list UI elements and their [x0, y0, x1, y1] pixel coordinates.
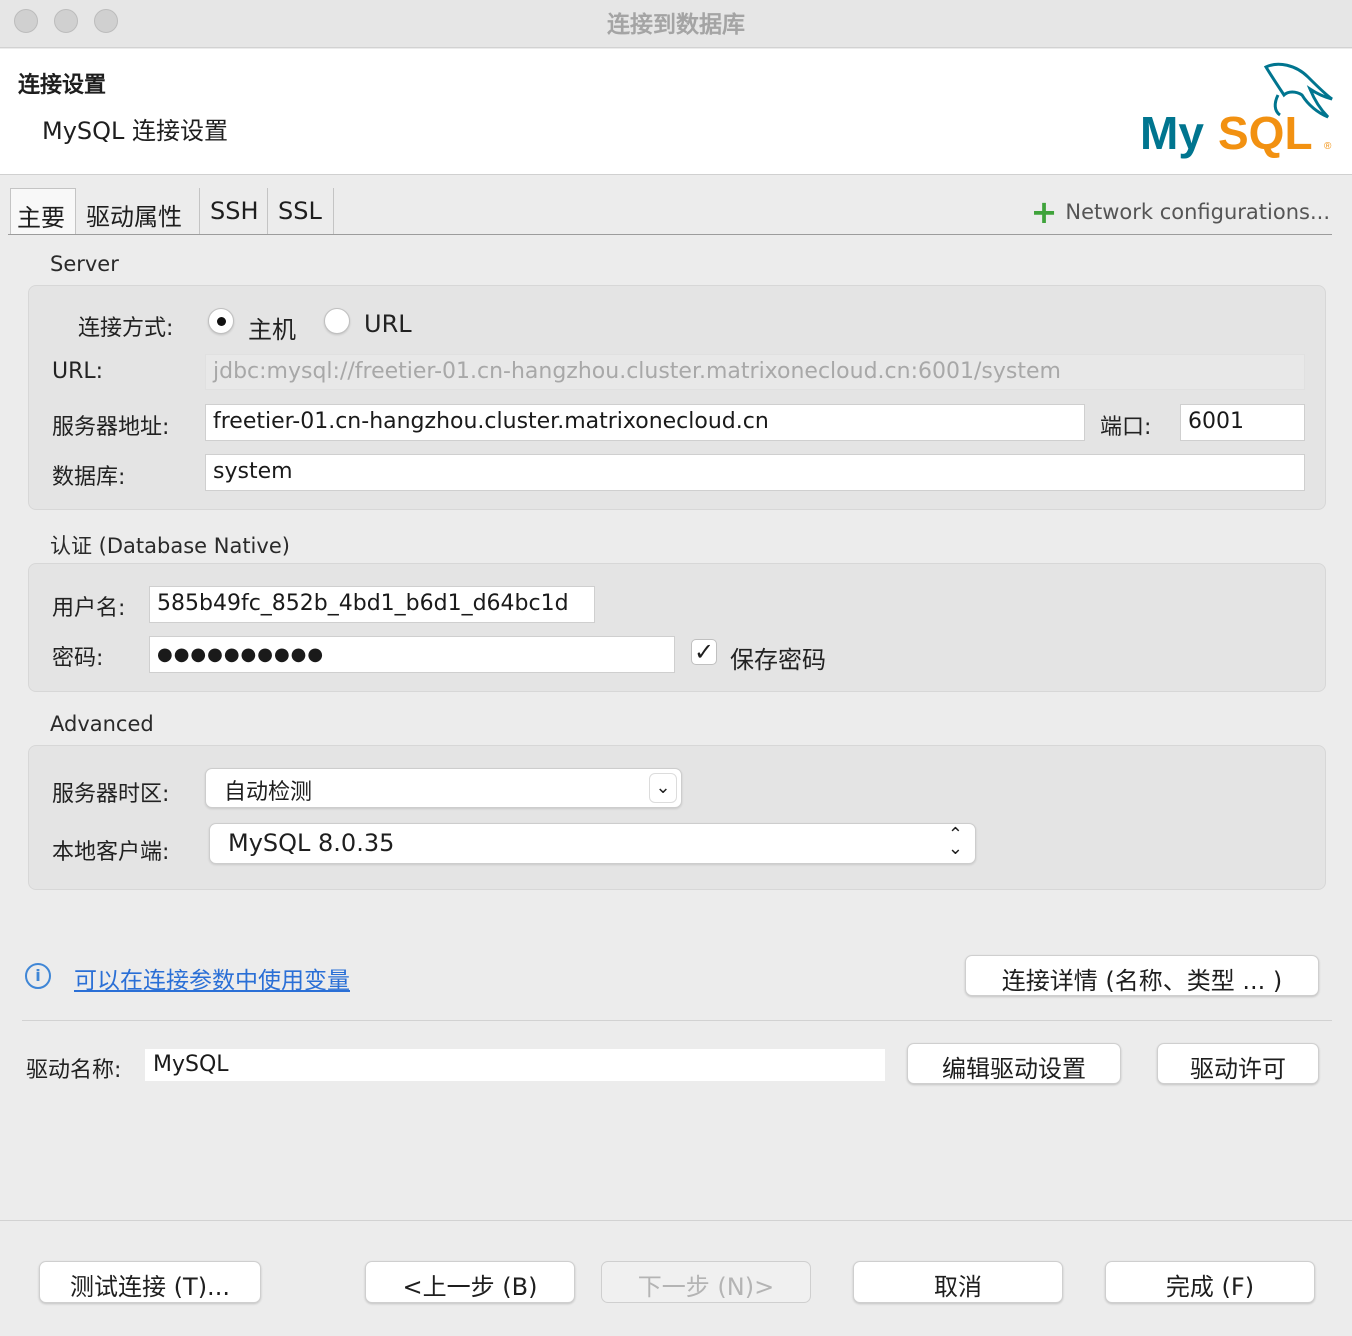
auth-section-label: 认证 (Database Native)	[50, 534, 290, 558]
advanced-panel	[28, 745, 1326, 890]
chevron-down-icon: ⌄	[649, 773, 677, 803]
host-label: 服务器地址:	[52, 415, 170, 440]
password-field[interactable]: ●●●●●●●●●●	[149, 636, 675, 673]
mysql-logo-my: My	[1140, 107, 1204, 159]
save-password-label: 保存密码	[730, 646, 826, 674]
driver-name-label: 驱动名称:	[26, 1058, 122, 1083]
network-configurations-button[interactable]: + Network configurations...	[1030, 193, 1330, 231]
up-down-chevron-icon: ⌃ ⌄	[947, 824, 963, 859]
window-title: 连接到数据库	[607, 12, 745, 38]
footer-divider	[0, 1220, 1352, 1221]
client-select[interactable]: MySQL 8.0.35 ⌃ ⌄	[209, 823, 976, 864]
tab-driver-properties[interactable]: 驱动属性	[80, 188, 200, 234]
connect-method-label: 连接方式:	[78, 316, 174, 341]
password-label: 密码:	[52, 646, 104, 671]
network-configurations-label: Network configurations...	[1065, 200, 1330, 224]
tab-main[interactable]: 主要	[10, 188, 76, 234]
mysql-logo: My SQL ®	[1140, 62, 1333, 159]
cancel-button[interactable]: 取消	[853, 1261, 1063, 1303]
username-label: 用户名:	[52, 596, 126, 621]
tab-divider	[8, 234, 1332, 235]
header-title: 连接设置	[18, 73, 107, 98]
url-label: URL:	[52, 359, 104, 384]
next-button[interactable]: 下一步 (N)>	[601, 1261, 811, 1303]
driver-license-button[interactable]: 驱动许可	[1157, 1043, 1319, 1084]
tab-ssl[interactable]: SSL	[272, 188, 334, 234]
client-label: 本地客户端:	[52, 840, 170, 865]
test-connection-button[interactable]: 测试连接 (T)...	[39, 1261, 261, 1303]
variables-link[interactable]: 可以在连接参数中使用变量	[74, 961, 350, 995]
database-label: 数据库:	[52, 465, 126, 490]
driver-name-field: MySQL	[145, 1049, 885, 1081]
username-field[interactable]: 585b49fc_852b_4bd1_b6d1_d64bc1d	[149, 586, 595, 623]
timezone-label: 服务器时区:	[52, 782, 170, 807]
port-field[interactable]: 6001	[1180, 404, 1305, 441]
save-password-checkbox[interactable]: ✓	[691, 639, 717, 665]
header-subtitle: MySQL 连接设置	[42, 117, 229, 145]
back-button[interactable]: <上一步 (B)	[365, 1261, 575, 1303]
info-icon: i	[25, 963, 51, 989]
radio-url-label: URL	[364, 310, 412, 338]
radio-host[interactable]	[208, 308, 234, 334]
finish-button[interactable]: 完成 (F)	[1105, 1261, 1315, 1303]
tab-ssh[interactable]: SSH	[204, 188, 268, 234]
plus-icon: +	[1030, 193, 1058, 231]
svg-text:®: ®	[1324, 141, 1332, 152]
timezone-select[interactable]: 自动检测 ⌄	[205, 768, 682, 808]
divider	[22, 1020, 1332, 1021]
radio-host-label: 主机	[248, 316, 296, 344]
server-section-label: Server	[50, 252, 119, 276]
client-value: MySQL 8.0.35	[228, 829, 395, 857]
host-field[interactable]: freetier-01.cn-hangzhou.cluster.matrixon…	[205, 404, 1085, 441]
title-bar: 连接到数据库	[0, 0, 1352, 48]
edit-driver-settings-button[interactable]: 编辑驱动设置	[907, 1043, 1121, 1084]
dialog-header: 连接设置 MySQL 连接设置 My SQL ®	[0, 49, 1352, 175]
radio-url[interactable]	[324, 308, 350, 334]
timezone-value: 自动检测	[224, 780, 313, 805]
advanced-section-label: Advanced	[50, 712, 154, 736]
mysql-logo-sql: SQL	[1218, 107, 1313, 159]
url-field[interactable]: jdbc:mysql://freetier-01.cn-hangzhou.clu…	[205, 354, 1305, 390]
database-field[interactable]: system	[205, 454, 1305, 491]
connection-details-button[interactable]: 连接详情 (名称、类型 ... )	[965, 955, 1319, 996]
port-label: 端口:	[1100, 415, 1152, 440]
